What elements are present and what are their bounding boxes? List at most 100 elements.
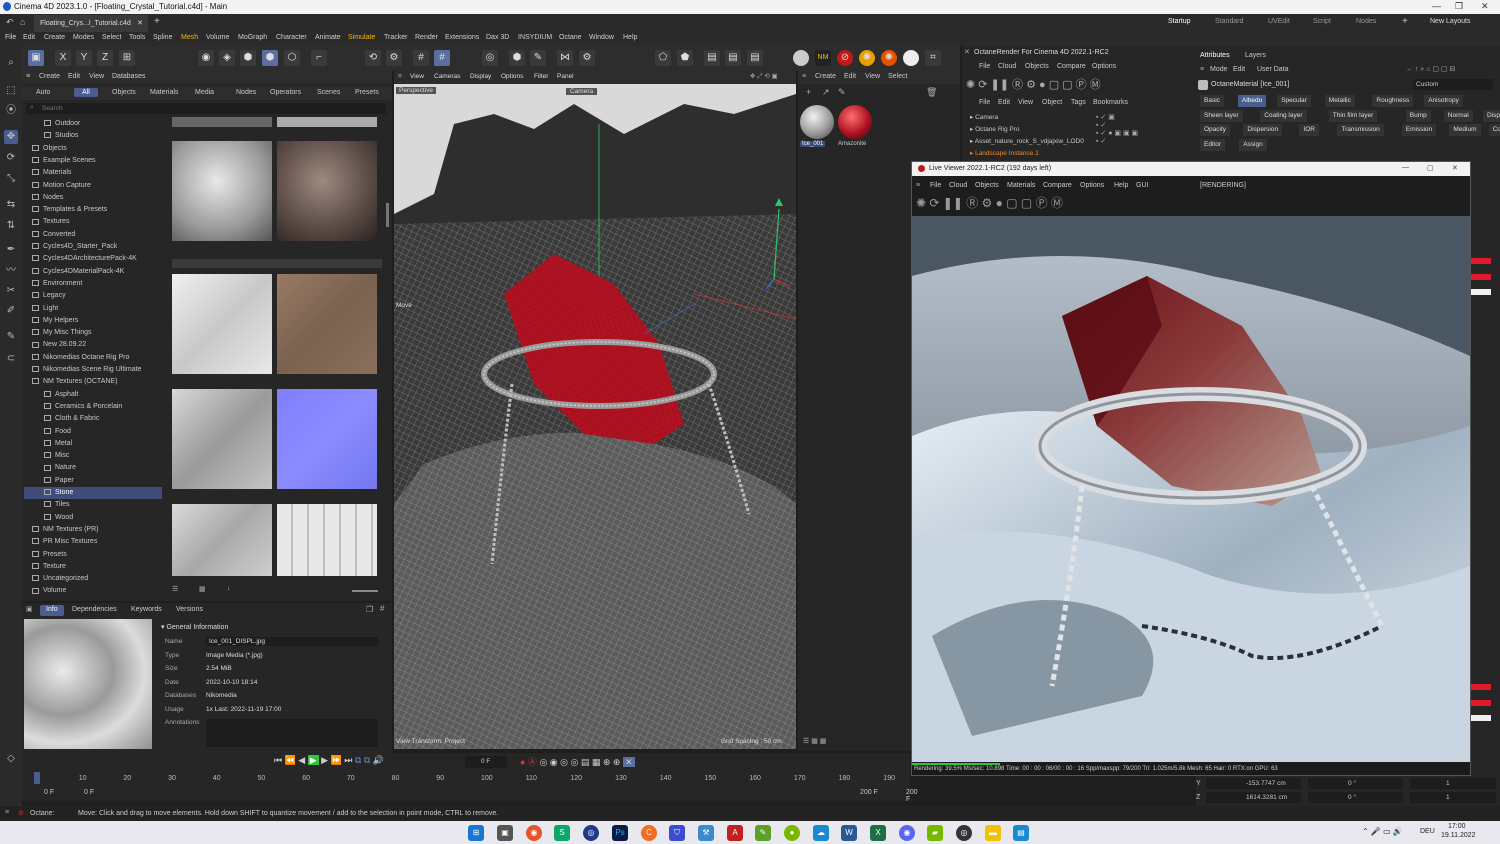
more-tools-icon[interactable]: ⌗ [925, 50, 941, 66]
tool-app-icon[interactable]: ⚒ [698, 825, 714, 841]
menu-volume[interactable]: Volume [206, 34, 229, 41]
uv-mode-icon[interactable]: ⬡ [284, 50, 300, 66]
channel-tab-albedo[interactable]: Albedo [1238, 95, 1267, 107]
menu-select[interactable]: Select [102, 34, 121, 41]
filter-tab-operators[interactable]: Operators [270, 89, 301, 96]
live-render-image[interactable] [912, 216, 1470, 762]
tree-item[interactable]: Stone [24, 487, 162, 499]
tree-item[interactable]: Templates & Presets [24, 204, 162, 216]
tree-item[interactable]: My Helpers [24, 315, 162, 327]
filter-tab-media[interactable]: Media [195, 89, 214, 96]
tree-item[interactable]: New 28.09.22 [24, 339, 162, 351]
lv-menu-file[interactable]: File [930, 182, 941, 189]
close-window-icon[interactable]: ✕ [1481, 1, 1489, 12]
menu-render[interactable]: Render [415, 34, 438, 41]
edit-icon[interactable]: ✎ [838, 87, 846, 98]
knife-icon[interactable]: ✂ [4, 284, 18, 298]
tree-item[interactable]: Motion Capture [24, 180, 162, 192]
maximize-icon[interactable]: ❐ [1455, 1, 1463, 12]
asset-menu-create[interactable]: Create [39, 73, 60, 80]
workplane-icon[interactable]: # [434, 50, 450, 66]
trash-icon[interactable]: 🗑 [926, 87, 937, 98]
layout-tab-standard[interactable]: Standard [1215, 18, 1243, 25]
lv-menu-icon[interactable]: ≡ [916, 182, 920, 189]
object-menu-icon[interactable]: ≡ [802, 73, 806, 80]
object-tags[interactable]: ▪ ✓ ▣ ▪ ✓ ▪ ✓ ● ▣ ▣ ▣ ▪ ✓ [1096, 113, 1160, 161]
cloud-app-icon[interactable]: ☁ [813, 825, 829, 841]
tree-item[interactable]: Nodes [24, 192, 162, 204]
tree-item[interactable]: My Misc Things [24, 327, 162, 339]
asset-menu-edit[interactable]: Edit [68, 73, 80, 80]
tree-item[interactable]: Cycles4DMaterialPack-4K [24, 266, 162, 278]
channel-tab-anisotropy[interactable]: Anisotropy [1424, 95, 1463, 107]
asset-thumbnail-ice-displacement[interactable] [172, 504, 272, 576]
obs-icon[interactable]: ◎ [956, 825, 972, 841]
lv-close-icon[interactable]: ✕ [1452, 164, 1458, 172]
asset-thumbnail-gray-texture[interactable] [172, 389, 272, 489]
object-menu2-tags[interactable]: Tags [1071, 99, 1086, 106]
lv-menu-cloud[interactable]: Cloud [949, 182, 967, 189]
windows-start-icon[interactable]: ⊞ [468, 825, 484, 841]
object-row-landscape[interactable]: ▸ Landscape Instance.1 [970, 149, 1110, 161]
grid-view-icon[interactable]: ▦ [199, 585, 206, 593]
magnet-icon[interactable]: ⊂ [4, 352, 18, 366]
cinema4d-taskbar-icon[interactable]: ◎ [583, 825, 599, 841]
menu-help[interactable]: Help [623, 34, 637, 41]
tree-item[interactable]: Studios [24, 130, 162, 142]
info-tab-versions[interactable]: Versions [170, 605, 209, 616]
tree-item[interactable]: Cloth & Fabric [24, 413, 162, 425]
tree-item[interactable]: Textures [24, 216, 162, 228]
viewport-menu-cameras[interactable]: Cameras [434, 73, 460, 80]
tree-item[interactable]: Nikomedias Octane Rig Pro [24, 352, 162, 364]
layout-tab-startup[interactable]: Startup [1168, 18, 1191, 25]
asset-thumbnail-stone-sphere[interactable] [277, 141, 377, 241]
channel-tab-opacity[interactable]: Opacity [1200, 124, 1231, 136]
discord-icon[interactable]: ◉ [899, 825, 915, 841]
home-icon[interactable]: ⌂ [20, 17, 25, 27]
tree-item[interactable]: Wood [24, 512, 162, 524]
menu-mesh[interactable]: Mesh [181, 34, 198, 41]
status-menu-icon[interactable]: ≡ [5, 809, 9, 816]
material-view-icons[interactable]: ☰ ▦ ▦ [803, 737, 826, 745]
polygons-mode-icon[interactable]: ⬢ [240, 50, 256, 66]
settings-icon[interactable]: ⚙ [386, 50, 402, 66]
tree-item[interactable]: Cycles4DArchitecturePack-4K [24, 253, 162, 265]
asset-search-input[interactable]: ⌕ Search [26, 103, 386, 114]
timeline-start-field[interactable]: 0 F [44, 789, 54, 796]
grid-icon[interactable]: # [413, 50, 429, 66]
axis-mode-icon[interactable]: ⌐ [311, 50, 327, 66]
coord-rot-z-field[interactable]: 0 ° [1308, 792, 1403, 803]
tree-item[interactable]: Asphalt [24, 389, 162, 401]
attributes-nav-icons[interactable]: ← ↑ ⌕ ⌂ ▢ ▢ ⊟ [1406, 65, 1455, 74]
layout-tab-script[interactable]: Script [1313, 18, 1331, 25]
live-viewer-toolbar[interactable]: ✺ ⟳ ❚❚ Ⓡ ⚙ ● ▢ ▢ Ⓟ Ⓜ [916, 194, 1216, 212]
word-icon[interactable]: W [841, 825, 857, 841]
undo-icon[interactable]: ↶ [6, 17, 14, 28]
viewport-menu-view[interactable]: View [410, 73, 424, 80]
menu-insydium[interactable]: INSYDIUM [518, 34, 552, 41]
tree-item[interactable]: Misc [24, 450, 162, 462]
octane-menu-objects[interactable]: Objects [1025, 63, 1049, 70]
viewport-menu-display[interactable]: Display [470, 73, 491, 80]
hash-icon[interactable]: # [380, 604, 384, 613]
3d-viewport[interactable]: Perspective Camera Move View Transform: … [394, 84, 796, 749]
menu-tools[interactable]: Tools [129, 34, 145, 41]
file-explorer-icon[interactable]: ▬ [985, 825, 1001, 841]
language-indicator[interactable]: DEU [1420, 828, 1435, 835]
channel-tab-normal[interactable]: Normal [1443, 109, 1473, 122]
channel-tab-basic[interactable]: Basic [1200, 95, 1224, 107]
y-axis-icon[interactable]: Y [76, 50, 92, 66]
lv-menu-options[interactable]: Options [1080, 182, 1104, 189]
white-sphere-icon[interactable] [903, 50, 919, 66]
object-row-rock[interactable]: ▸ Asset_nature_rock_S_vdjajxiw_LOD0 [970, 137, 1110, 149]
channel-tab-editor[interactable]: Editor [1200, 138, 1225, 151]
viewport-menu-filter[interactable]: Filter [534, 73, 548, 80]
asset-menu-icon[interactable]: ≡ [26, 73, 30, 80]
object-row-rig[interactable]: ▸ Octane Rig Pro [970, 125, 1110, 137]
photoshop-icon[interactable]: Ps [612, 825, 628, 841]
copy-icon[interactable]: ❐ [366, 605, 373, 614]
channel-tab-bump[interactable]: Bump [1405, 109, 1431, 122]
new-tab-icon[interactable]: + [154, 16, 160, 27]
tree-item[interactable]: PR Misc Textures [24, 536, 162, 548]
last-tool-icon[interactable]: ⇅ [4, 219, 18, 233]
